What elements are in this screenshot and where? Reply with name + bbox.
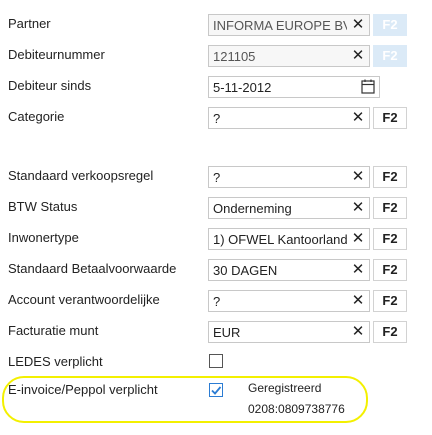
categorie-input[interactable]: ? ✕ (208, 107, 370, 129)
btw-status-label: BTW Status (8, 199, 78, 214)
close-icon[interactable]: ✕ (351, 261, 365, 279)
ledes-row: LEDES verplicht (0, 350, 432, 376)
partner-value: INFORMA EUROPE BV (213, 18, 347, 33)
inwonertype-input[interactable]: 1) OFWEL Kantoorland ✕ (208, 228, 370, 250)
debiteurnummer-label: Debiteurnummer (8, 47, 105, 62)
debiteurnummer-value: 121105 (213, 49, 256, 64)
close-icon[interactable]: ✕ (351, 292, 365, 310)
btw-status-f2-button[interactable]: F2 (373, 197, 407, 219)
btw-status-value: Onderneming (213, 201, 292, 216)
categorie-value: ? (213, 111, 221, 126)
standaard-verkoopsregel-row: Standaard verkoopsregel ? ✕ F2 (0, 164, 432, 190)
standaard-verkoopsregel-label: Standaard verkoopsregel (8, 168, 154, 183)
partner-f2-button[interactable]: F2 (373, 14, 407, 36)
einvoice-label: E-invoice/Peppol verplicht (8, 382, 158, 397)
einvoice-status: Geregistreerd (248, 381, 322, 395)
facturatie-munt-label: Facturatie munt (8, 323, 99, 338)
account-verantwoordelijke-row: Account verantwoordelijke ? ✕ F2 (0, 288, 432, 314)
standaard-verkoopsregel-f2-button[interactable]: F2 (373, 166, 407, 188)
facturatie-munt-f2-button[interactable]: F2 (373, 321, 407, 343)
betaalvoorwaarde-f2-button[interactable]: F2 (373, 259, 407, 281)
betaalvoorwaarde-value: 30 DAGEN (213, 263, 278, 278)
account-verantwoordelijke-f2-button[interactable]: F2 (373, 290, 407, 312)
partner-row: Partner INFORMA EUROPE BV ✕ F2 (0, 12, 432, 38)
debiteur-sinds-label: Debiteur sinds (8, 78, 92, 93)
close-icon[interactable]: ✕ (351, 16, 365, 34)
debiteurnummer-row: Debiteurnummer 121105 ✕ F2 (0, 43, 432, 69)
standaard-verkoopsregel-input[interactable]: ? ✕ (208, 166, 370, 188)
close-icon[interactable]: ✕ (351, 199, 365, 217)
close-icon[interactable]: ✕ (351, 323, 365, 341)
close-icon[interactable]: ✕ (351, 230, 365, 248)
categorie-f2-button[interactable]: F2 (373, 107, 407, 129)
debiteur-sinds-date-input[interactable]: 5-11-2012 (208, 76, 380, 98)
inwonertype-value: 1) OFWEL Kantoorland (213, 232, 347, 247)
checkmark-icon (211, 386, 222, 395)
betaalvoorwaarde-row: Standaard Betaalvoorwaarde 30 DAGEN ✕ F2 (0, 257, 432, 283)
debiteur-sinds-value: 5-11-2012 (213, 80, 272, 95)
inwonertype-label: Inwonertype (8, 230, 79, 245)
ledes-checkbox[interactable] (209, 354, 223, 368)
standaard-verkoopsregel-value: ? (213, 170, 221, 185)
partner-field: INFORMA EUROPE BV ✕ (208, 14, 370, 36)
inwonertype-f2-button[interactable]: F2 (373, 228, 407, 250)
debiteurnummer-f2-button[interactable]: F2 (373, 45, 407, 67)
partner-label: Partner (8, 16, 51, 31)
categorie-label: Categorie (8, 109, 65, 124)
account-verantwoordelijke-input[interactable]: ? ✕ (208, 290, 370, 312)
ledes-label: LEDES verplicht (8, 354, 103, 369)
einvoice-peppol-id: 0208:0809738776 (248, 402, 345, 416)
account-verantwoordelijke-value: ? (213, 294, 221, 309)
debiteurnummer-field: 121105 ✕ (208, 45, 370, 67)
btw-status-row: BTW Status Onderneming ✕ F2 (0, 195, 432, 221)
facturatie-munt-input[interactable]: EUR ✕ (208, 321, 370, 343)
facturatie-munt-row: Facturatie munt EUR ✕ F2 (0, 319, 432, 345)
account-verantwoordelijke-label: Account verantwoordelijke (8, 292, 160, 307)
btw-status-input[interactable]: Onderneming ✕ (208, 197, 370, 219)
close-icon[interactable]: ✕ (351, 168, 365, 186)
betaalvoorwaarde-input[interactable]: 30 DAGEN ✕ (208, 259, 370, 281)
einvoice-checkbox[interactable] (209, 383, 223, 397)
inwonertype-row: Inwonertype 1) OFWEL Kantoorland ✕ F2 (0, 226, 432, 252)
close-icon[interactable]: ✕ (351, 109, 365, 127)
facturatie-munt-value: EUR (213, 325, 241, 340)
betaalvoorwaarde-label: Standaard Betaalvoorwaarde (8, 261, 177, 276)
debiteur-sinds-row: Debiteur sinds 5-11-2012 (0, 74, 432, 100)
einvoice-row: E-invoice/Peppol verplicht Geregistreerd… (0, 378, 432, 416)
close-icon[interactable]: ✕ (351, 47, 365, 65)
calendar-icon[interactable] (358, 78, 378, 96)
categorie-row: Categorie ? ✕ F2 (0, 105, 432, 131)
